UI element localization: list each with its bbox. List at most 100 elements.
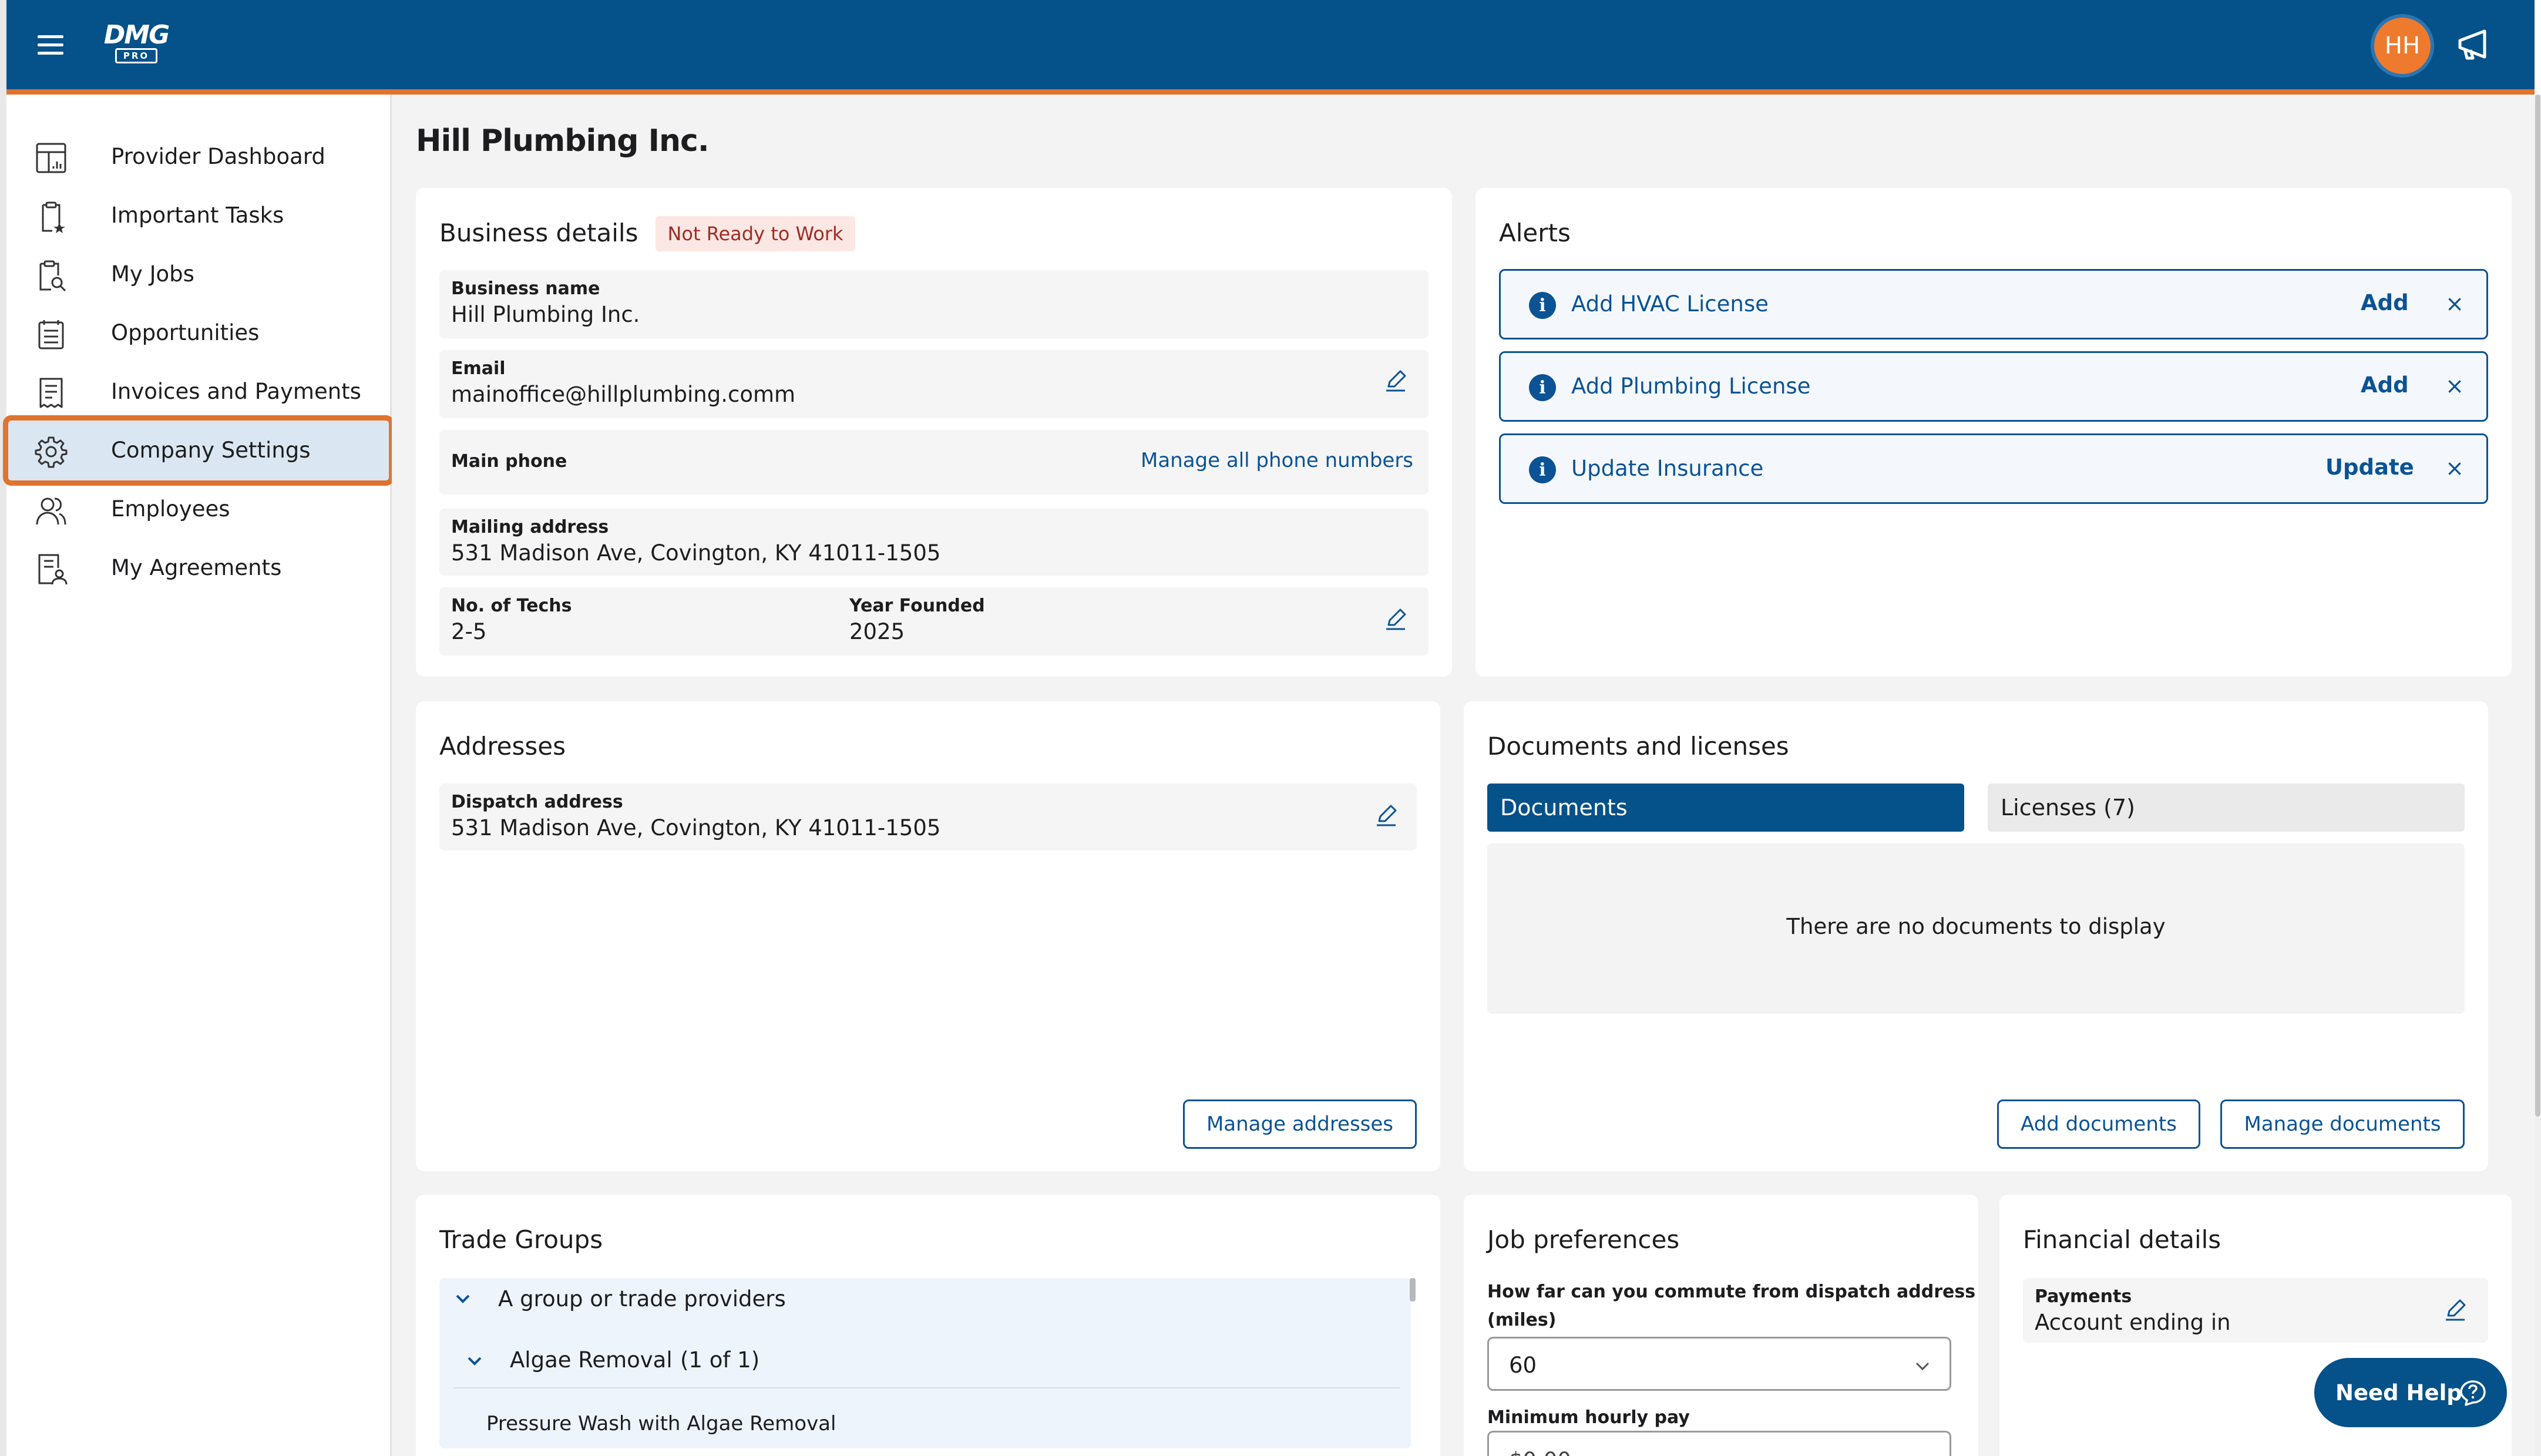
min-pay-input[interactable]: $0.00 xyxy=(1487,1431,1951,1456)
info-icon: i xyxy=(1529,374,1556,401)
payments-field: Payments Account ending in xyxy=(2023,1278,2488,1343)
alert-add-plumbing-license: i Add Plumbing License Add × xyxy=(1499,351,2488,422)
field-label: Dispatch address xyxy=(451,792,623,812)
scrollbar-thumb[interactable] xyxy=(2535,95,2540,1117)
pencil-icon[interactable] xyxy=(1374,803,1398,827)
card-title: Trade Groups xyxy=(439,1225,603,1254)
close-icon[interactable]: × xyxy=(2443,291,2466,317)
sidebar-item-my-jobs[interactable]: My Jobs xyxy=(6,245,392,304)
clipboard-search-icon xyxy=(39,260,66,292)
pencil-icon[interactable] xyxy=(2443,1298,2467,1322)
sidebar-item-important-tasks[interactable]: Important Tasks xyxy=(6,186,392,245)
alert-add-button[interactable]: Add xyxy=(2361,372,2409,398)
close-icon[interactable]: × xyxy=(2443,373,2466,399)
sidebar-item-label: My Agreements xyxy=(111,555,282,580)
need-help-button[interactable]: Need Help xyxy=(2314,1358,2507,1427)
field-value: Account ending in xyxy=(2035,1310,2231,1335)
top-app-bar xyxy=(6,0,2535,89)
main-phone-field: Main phone Manage all phone numbers xyxy=(439,430,1429,495)
field-value: mainoffice@hillplumbing.comm xyxy=(451,382,796,407)
field-value: 531 Madison Ave, Covington, KY 41011-150… xyxy=(451,815,941,840)
pencil-icon[interactable] xyxy=(1384,369,1407,392)
alert-text: Update Insurance xyxy=(1571,456,1764,481)
select-value: 60 xyxy=(1509,1353,1537,1378)
alert-text: Add Plumbing License xyxy=(1571,374,1811,399)
sidebar-item-opportunities[interactable]: Opportunities xyxy=(6,304,392,362)
alert-text: Add HVAC License xyxy=(1571,291,1769,317)
hamburger-icon[interactable] xyxy=(34,29,69,60)
manage-phone-numbers-link[interactable]: Manage all phone numbers xyxy=(1141,449,1413,472)
empty-state-text: There are no documents to display xyxy=(1786,914,2166,939)
close-icon[interactable]: × xyxy=(2443,455,2466,481)
alert-add-button[interactable]: Add xyxy=(2361,290,2409,315)
field-label: Payments xyxy=(2035,1286,2132,1307)
techs-label: No. of Techs xyxy=(451,596,572,616)
dashboard-icon xyxy=(36,143,66,173)
header-accent-bar xyxy=(6,89,2535,95)
divider xyxy=(453,1387,1400,1388)
business-name-field: Business name Hill Plumbing Inc. xyxy=(439,270,1429,338)
clipboard-star-icon xyxy=(42,201,65,233)
user-avatar[interactable]: HH xyxy=(2371,14,2434,78)
card-title: Documents and licenses xyxy=(1487,732,1789,761)
alerts-card: Alerts xyxy=(1475,188,2512,677)
trade-sub-label[interactable]: Algae Removal xyxy=(510,1347,673,1373)
chevron-down-icon xyxy=(1915,1362,1930,1371)
page-title: Hill Plumbing Inc. xyxy=(416,123,710,159)
sidebar-item-invoices-and-payments[interactable]: Invoices and Payments xyxy=(6,362,392,421)
trade-sub-count: (1 of 1) xyxy=(680,1347,760,1373)
mailing-address-field: Mailing address 531 Madison Ave, Covingt… xyxy=(439,509,1429,576)
tree-scrollbar[interactable] xyxy=(1410,1278,1416,1302)
alert-update-button[interactable]: Update xyxy=(2325,455,2414,480)
card-title: Financial details xyxy=(2023,1225,2221,1254)
list-calendar-icon xyxy=(38,320,64,349)
manage-addresses-button[interactable]: Manage addresses xyxy=(1183,1099,1417,1149)
card-title: Business details xyxy=(439,218,638,247)
trade-group-label[interactable]: A group or trade providers xyxy=(498,1286,786,1312)
field-value: Hill Plumbing Inc. xyxy=(451,302,640,327)
input-value: $0.00 xyxy=(1509,1448,1571,1456)
chevron-down-icon[interactable] xyxy=(453,1290,472,1309)
commute-label: How far can you commute from dispatch ad… xyxy=(1487,1282,1976,1302)
sidebar-item-label: Provider Dashboard xyxy=(111,144,325,169)
sidebar-item-employees[interactable]: Employees xyxy=(6,480,392,539)
receipt-icon xyxy=(39,378,63,408)
megaphone-icon[interactable] xyxy=(2455,26,2495,62)
alert-add-hvac-license: i Add HVAC License Add × xyxy=(1499,269,2488,339)
manage-documents-button[interactable]: Manage documents xyxy=(2220,1099,2465,1149)
tab-documents[interactable]: Documents xyxy=(1487,784,1964,832)
sidebar-item-label: Company Settings xyxy=(111,438,311,463)
status-badge: Not Ready to Work xyxy=(656,216,855,251)
tab-licenses[interactable]: Licenses (7) xyxy=(1988,784,2465,832)
trade-item-label: Pressure Wash with Algae Removal xyxy=(486,1412,836,1435)
field-label: Main phone xyxy=(451,451,567,472)
card-title: Alerts xyxy=(1499,218,1571,247)
help-question-icon xyxy=(2460,1380,2486,1406)
sidebar-item-label: Important Tasks xyxy=(111,203,284,228)
commute-distance-select[interactable]: 60 xyxy=(1487,1337,1951,1391)
field-value: 531 Madison Ave, Covington, KY 41011-150… xyxy=(451,540,941,566)
card-title: Addresses xyxy=(439,732,566,761)
sidebar-item-provider-dashboard[interactable]: Provider Dashboard xyxy=(6,127,392,186)
people-icon xyxy=(36,497,66,525)
sidebar-item-label: Invoices and Payments xyxy=(111,379,361,404)
sidebar-item-company-settings[interactable]: Company Settings xyxy=(6,421,392,480)
info-icon: i xyxy=(1529,456,1556,483)
document-person-icon xyxy=(38,554,68,585)
techs-founded-field: No. of Techs 2-5 Year Founded 2025 xyxy=(439,587,1429,655)
pencil-icon[interactable] xyxy=(1384,607,1407,631)
sidebar-item-my-agreements[interactable]: My Agreements xyxy=(6,539,392,597)
dmg-pro-logo[interactable]: DMG PRO xyxy=(96,20,176,65)
alert-update-insurance: i Update Insurance Update × xyxy=(1499,433,2488,504)
window-edge xyxy=(0,0,6,1456)
info-icon: i xyxy=(1529,292,1556,319)
help-label: Need Help xyxy=(2335,1380,2462,1405)
logo-text: DMG xyxy=(103,20,170,50)
founded-value: 2025 xyxy=(849,619,905,644)
field-label: Mailing address xyxy=(451,517,609,537)
sidebar-item-label: Employees xyxy=(111,496,230,522)
dispatch-address-field: Dispatch address 531 Madison Ave, Coving… xyxy=(439,784,1417,850)
chevron-down-icon[interactable] xyxy=(465,1352,484,1371)
commute-label-units: (miles) xyxy=(1487,1310,1557,1330)
add-documents-button[interactable]: Add documents xyxy=(1997,1099,2200,1149)
